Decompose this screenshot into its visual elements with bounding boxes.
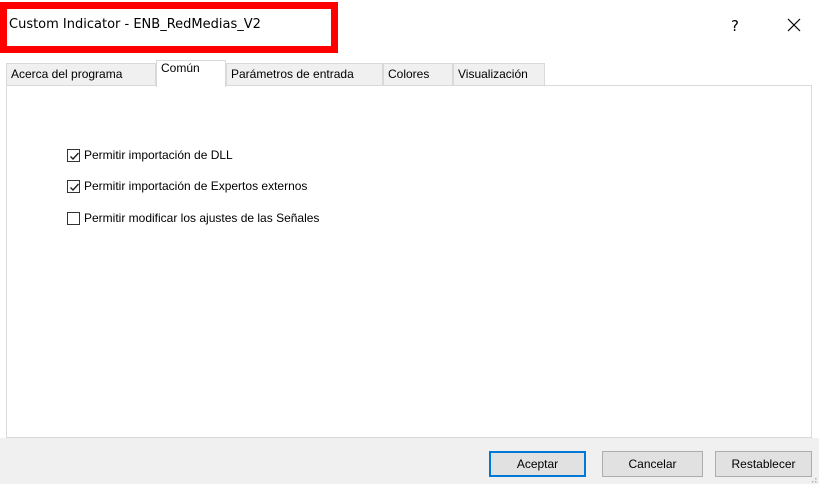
tab-comun[interactable]: Común: [156, 60, 226, 87]
tab-parametros-de-entrada[interactable]: Parámetros de entrada: [226, 63, 383, 85]
checkbox-box[interactable]: [67, 211, 80, 225]
checkbox-box[interactable]: [67, 179, 80, 193]
checkbox-label: Permitir modificar los ajustes de las Se…: [84, 211, 320, 225]
tab-acerca-del-programa[interactable]: Acerca del programa: [6, 63, 156, 85]
title-bar: Custom Indicator - ENB_RedMedias_V2 ?: [0, 0, 819, 56]
checkbox-allow-external-experts[interactable]: Permitir importación de Expertos externo…: [67, 177, 307, 195]
tab-strip: Acerca del programa Común Parámetros de …: [6, 60, 812, 87]
help-button[interactable]: ?: [720, 6, 750, 46]
dialog-footer: Aceptar Cancelar Restablecer: [0, 438, 819, 484]
checkbox-label: Permitir importación de Expertos externo…: [84, 179, 308, 193]
resize-grip-icon[interactable]: [807, 472, 817, 483]
checkbox-box[interactable]: [67, 148, 80, 162]
checkmark-icon: [70, 152, 79, 160]
cancel-button[interactable]: Cancelar: [602, 451, 703, 477]
reset-button[interactable]: Restablecer: [715, 451, 812, 477]
checkbox-label: Permitir importación de DLL: [84, 148, 233, 162]
checkmark-icon: [70, 183, 79, 191]
accept-button[interactable]: Aceptar: [489, 451, 586, 477]
tab-visualizacion[interactable]: Visualización: [453, 63, 545, 85]
red-highlight-box: [0, 2, 338, 53]
checkbox-allow-dll[interactable]: Permitir importación de DLL: [67, 146, 233, 164]
checkbox-allow-modify-signals[interactable]: Permitir modificar los ajustes de las Se…: [67, 209, 319, 227]
tab-colores[interactable]: Colores: [383, 63, 453, 85]
close-icon: [787, 18, 801, 35]
close-button[interactable]: [777, 6, 811, 46]
tab-panel-comun: [6, 85, 812, 438]
